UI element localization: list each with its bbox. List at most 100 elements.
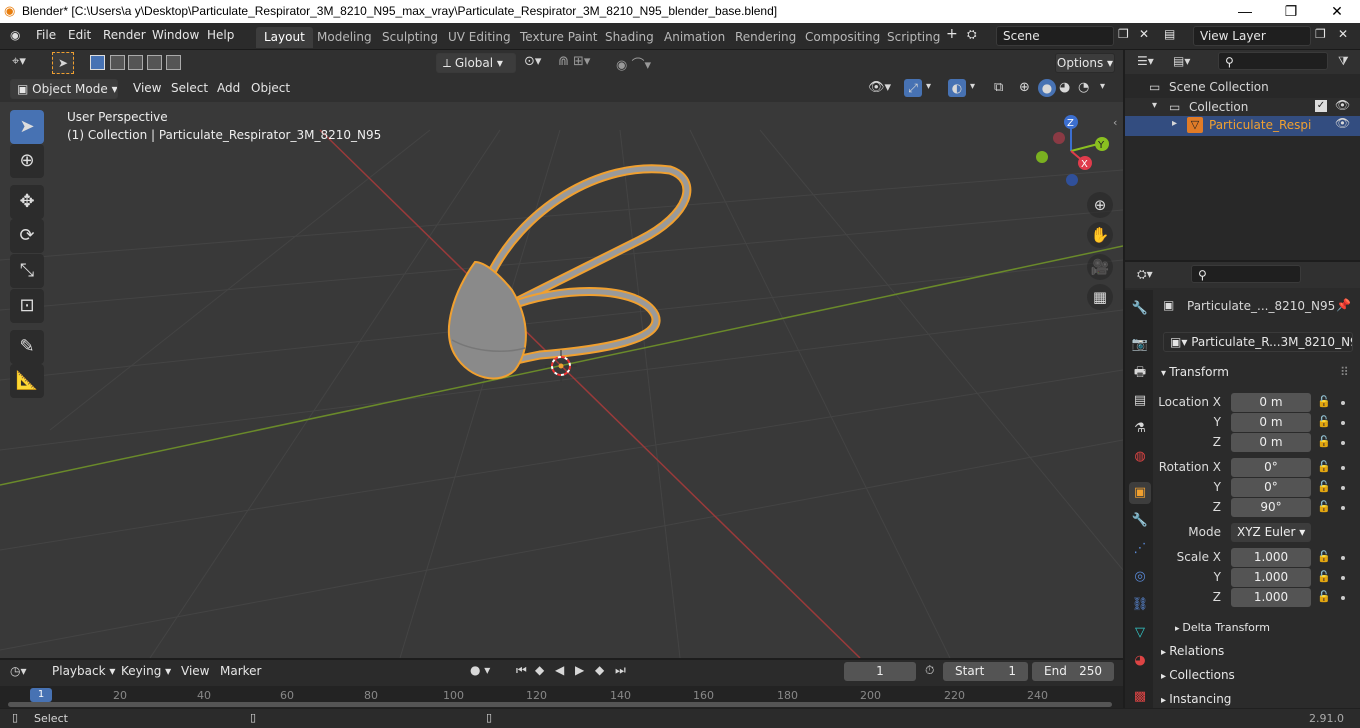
lock-icon[interactable]: 🔓 [1317, 435, 1331, 448]
tab-sculpting[interactable]: Sculpting [374, 27, 446, 48]
editor-type-icon[interactable]: ⌖▾ [12, 54, 26, 69]
keyframe-dot-icon[interactable] [1341, 421, 1345, 425]
scale-x-field[interactable]: 1.000 [1231, 548, 1311, 567]
jump-keyframe-forward-icon[interactable]: ◆ [595, 663, 604, 677]
new-scene-icon[interactable]: ❐ [1118, 27, 1129, 41]
rotation-z-field[interactable]: 90° [1231, 498, 1311, 517]
xray-toggle-icon[interactable]: ⧉ [994, 80, 1003, 95]
timeline-menu-view[interactable]: View [181, 664, 209, 678]
end-frame-field[interactable]: End 250 [1032, 662, 1114, 681]
select-box-tool[interactable]: ➤ [10, 110, 44, 144]
select-tool-icon[interactable]: ➤ [52, 52, 74, 74]
outliner-row-object[interactable]: ▸ ▽ Particulate_Respirator 👁 [1125, 116, 1360, 136]
delete-view-layer-icon[interactable]: ✕ [1338, 27, 1348, 41]
shading-dropdown-icon[interactable]: ▾ [1100, 81, 1105, 92]
keyframe-dot-icon[interactable] [1341, 576, 1345, 580]
timeline-menu-keying[interactable]: Keying ▾ [121, 664, 171, 678]
scale-tool[interactable]: ⤡ [10, 254, 44, 288]
add-workspace-button[interactable]: + [946, 26, 958, 42]
menu-file[interactable]: File [36, 28, 56, 42]
menu-render[interactable]: Render [103, 28, 146, 42]
camera-view-icon[interactable]: 🎥 [1087, 254, 1113, 280]
delta-transform-section[interactable]: ▸ Delta Transform [1175, 621, 1270, 634]
outliner-row-scene-collection[interactable]: ▭ Scene Collection [1125, 78, 1360, 98]
rotation-y-field[interactable]: 0° [1231, 478, 1311, 497]
tab-texture-paint[interactable]: Texture Paint [512, 27, 605, 48]
tab-uv-editing[interactable]: UV Editing [440, 27, 519, 48]
tab-layout[interactable]: Layout [256, 27, 313, 48]
select-mode-invert-icon[interactable] [147, 55, 162, 70]
jump-start-icon[interactable]: ⏮ [516, 663, 527, 678]
menu-edit[interactable]: Edit [68, 28, 91, 42]
texture-tab-icon[interactable]: ▩ [1129, 686, 1151, 708]
transform-orientation-dropdown[interactable]: ⟂ Global ▾ [436, 53, 516, 73]
record-icon[interactable]: ● ▾ [470, 663, 490, 677]
render-tab-icon[interactable]: 📷 [1129, 334, 1151, 356]
select-mode-subtract-icon[interactable] [128, 55, 143, 70]
frame-ruler[interactable]: 20 40 60 80 100 120 140 160 180 200 220 … [0, 686, 1123, 708]
lock-icon[interactable]: 🔓 [1317, 395, 1331, 408]
object-datablock-field[interactable]: ▣▾ Particulate_R...3M_8210_N95 [1163, 332, 1353, 352]
pin-icon[interactable]: 📌 [1336, 298, 1351, 312]
current-frame-field[interactable]: 1 [844, 662, 916, 681]
3d-viewport[interactable]: Z Y X ⌖▾ ➤ ⟂ Global ▾ ⊙▾ ⋒ ⊞▾ ◉ ⌒▾ Optio… [0, 50, 1123, 658]
output-tab-icon[interactable]: 🖶 [1129, 362, 1151, 384]
outliner-search-input[interactable]: ⚲ [1218, 52, 1328, 70]
display-mode-icon[interactable]: ▤▾ [1173, 54, 1190, 68]
blender-menu-icon[interactable]: ◉ [10, 28, 20, 42]
view-layer-icon[interactable]: ▤ [1164, 27, 1175, 41]
zoom-icon[interactable]: ⊕ [1087, 192, 1113, 218]
jump-keyframe-back-icon[interactable]: ◆ [535, 663, 544, 677]
scale-z-field[interactable]: 1.000 [1231, 588, 1311, 607]
sidebar-toggle-icon[interactable]: ‹ [1113, 116, 1117, 129]
tab-rendering[interactable]: Rendering [727, 27, 804, 48]
lock-icon[interactable]: 🔓 [1317, 590, 1331, 603]
lock-icon[interactable]: 🔓 [1317, 500, 1331, 513]
scene-selector-icon[interactable]: ⛭ [967, 27, 977, 42]
lock-icon[interactable]: 🔓 [1317, 415, 1331, 428]
object-mode-dropdown[interactable]: ▣ Object Mode ▾ [10, 79, 118, 99]
select-mode-extend-icon[interactable] [110, 55, 125, 70]
lock-icon[interactable]: 🔓 [1317, 480, 1331, 493]
properties-search-input[interactable]: ⚲ [1191, 265, 1301, 283]
keyframe-dot-icon[interactable] [1341, 441, 1345, 445]
rendered-shading-icon[interactable]: ◔ [1078, 80, 1089, 95]
keyframe-dot-icon[interactable] [1341, 556, 1345, 560]
location-y-field[interactable]: 0 m [1231, 413, 1311, 432]
stopwatch-icon[interactable]: ⏱ [925, 663, 934, 678]
timeline-scrollbar[interactable] [8, 702, 1112, 707]
view-layer-field[interactable]: View Layer [1193, 26, 1311, 46]
collection-checkbox-icon[interactable]: ✓ [1315, 100, 1327, 112]
timeline-menu-playback[interactable]: Playback ▾ [52, 664, 115, 678]
play-reverse-icon[interactable]: ◀ [555, 663, 564, 677]
lock-icon[interactable]: 🔓 [1317, 570, 1331, 583]
timeline-menu-marker[interactable]: Marker [220, 664, 261, 678]
scale-y-field[interactable]: 1.000 [1231, 568, 1311, 587]
play-icon[interactable]: ▶ [575, 663, 584, 677]
outliner-row-collection[interactable]: ▾ ▭ Collection ✓ 👁 [1125, 98, 1360, 118]
viewport-menu-select[interactable]: Select [171, 81, 208, 95]
lock-icon[interactable]: 🔓 [1317, 550, 1331, 563]
expand-arrow-icon[interactable]: ▸ [1172, 118, 1177, 129]
properties-editor-icon[interactable]: ⛭▾ [1137, 267, 1153, 282]
rotation-mode-dropdown[interactable]: XYZ Euler ▾ [1231, 523, 1311, 542]
tool-tab-icon[interactable]: 🔧 [1129, 298, 1151, 320]
location-z-field[interactable]: 0 m [1231, 433, 1311, 452]
tab-modeling[interactable]: Modeling [309, 27, 380, 48]
perspective-grid-icon[interactable]: ▦ [1087, 284, 1113, 310]
tab-animation[interactable]: Animation [656, 27, 733, 48]
tab-scripting[interactable]: Scripting [879, 27, 948, 48]
drag-handle-icon[interactable]: ⠿ [1340, 365, 1349, 379]
outliner-editor-icon[interactable]: ☰▾ [1137, 54, 1154, 68]
visibility-icon[interactable]: 👁▾ [868, 80, 891, 95]
minimize-button[interactable]: — [1222, 0, 1268, 23]
measure-tool[interactable]: 📐 [10, 364, 44, 398]
proportional-edit-icon[interactable]: ◉ ⌒▾ [616, 54, 651, 73]
cursor-tool[interactable]: ⊕ [10, 144, 44, 178]
material-shading-icon[interactable]: ◕ [1059, 80, 1070, 95]
start-frame-field[interactable]: Start 1 [943, 662, 1028, 681]
viewport-menu-view[interactable]: View [133, 81, 161, 95]
lock-icon[interactable]: 🔓 [1317, 460, 1331, 473]
annotate-tool[interactable]: ✎ [10, 330, 44, 364]
keyframe-dot-icon[interactable] [1341, 486, 1345, 490]
